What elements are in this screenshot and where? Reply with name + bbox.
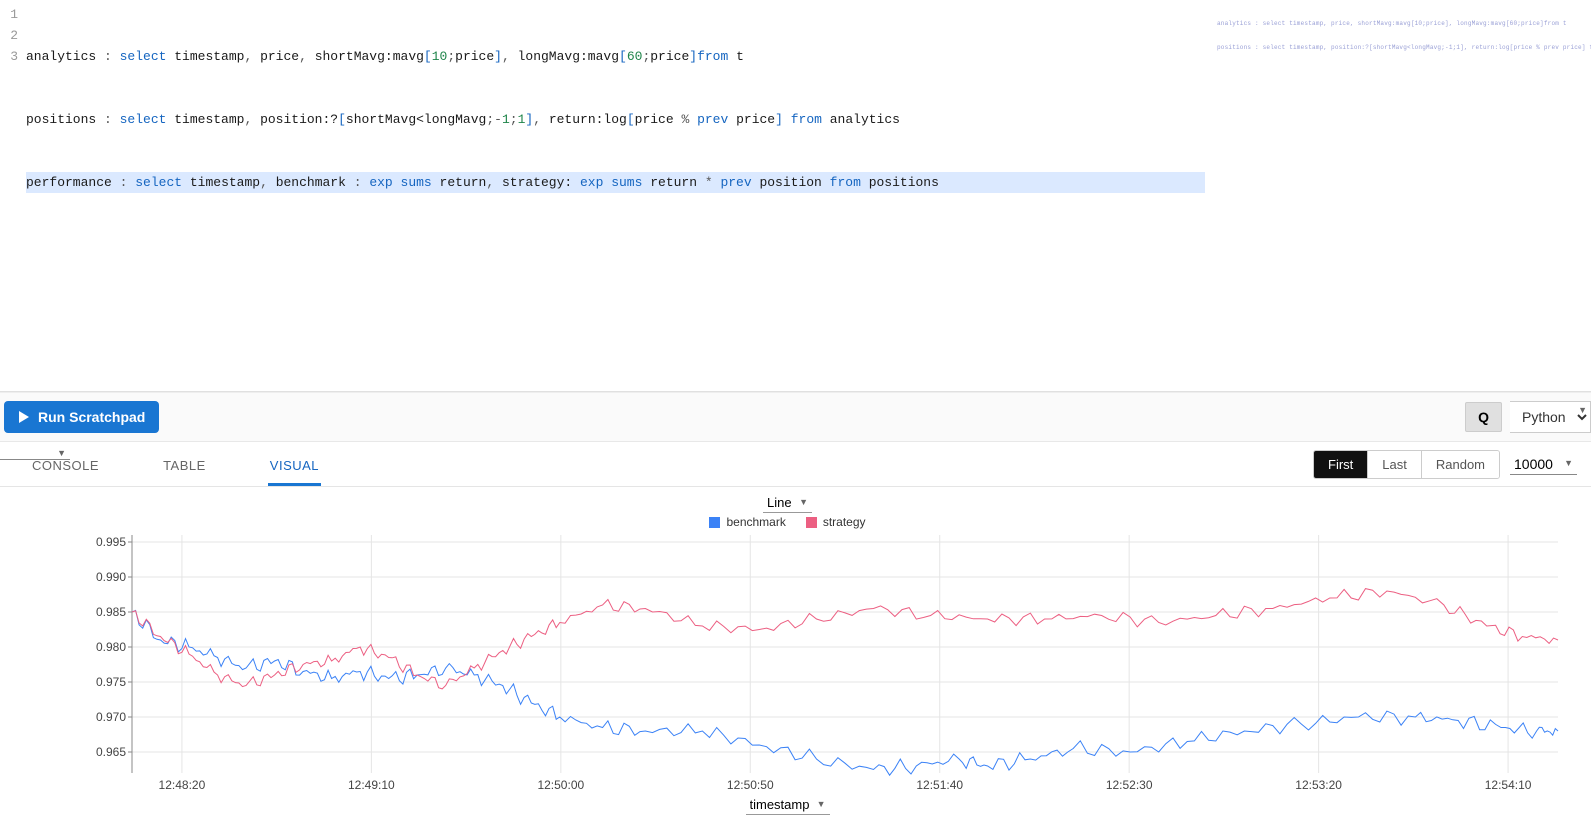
- editor-minimap[interactable]: analytics : select timestamp, price, sho…: [1211, 0, 1591, 391]
- legend-item-strategy[interactable]: strategy: [806, 515, 866, 529]
- toolbar: Run Scratchpad Q Python: [0, 392, 1591, 442]
- svg-text:0.985: 0.985: [96, 605, 126, 619]
- row-count-select[interactable]: 10000: [1510, 454, 1577, 475]
- result-tabs: CONSOLE TABLE VISUAL: [30, 448, 321, 486]
- legend-item-benchmark[interactable]: benchmark: [709, 515, 785, 529]
- legend-label: benchmark: [726, 515, 785, 529]
- svg-text:0.995: 0.995: [96, 535, 126, 549]
- play-icon: [18, 411, 30, 423]
- series-benchmark[interactable]: [132, 610, 1558, 775]
- legend-label: strategy: [823, 515, 866, 529]
- left-axis-select[interactable]: [0, 445, 70, 460]
- svg-text:0.965: 0.965: [96, 745, 126, 759]
- chart-area: Line benchmark strategy 0.9650.9700.9750…: [0, 487, 1591, 815]
- code-line[interactable]: positions : select timestamp, position:?…: [26, 109, 1205, 130]
- sampling-random-button[interactable]: Random: [1421, 451, 1499, 478]
- legend-swatch-strategy: [806, 517, 817, 528]
- svg-text:0.975: 0.975: [96, 675, 126, 689]
- legend-swatch-benchmark: [709, 517, 720, 528]
- svg-text:0.980: 0.980: [96, 640, 126, 654]
- chart-legend: benchmark strategy: [0, 515, 1575, 529]
- line-number: 3: [0, 46, 18, 67]
- line-chart[interactable]: 0.965 0.970 0.975 0.980 0.985 0.990 0.995 12:4…: [78, 531, 1568, 793]
- svg-text:12:53:20: 12:53:20: [1295, 778, 1342, 792]
- svg-text:12:50:00: 12:50:00: [537, 778, 584, 792]
- sampling-first-button[interactable]: First: [1314, 451, 1367, 478]
- tab-table[interactable]: TABLE: [161, 448, 208, 486]
- svg-text:12:50:50: 12:50:50: [727, 778, 774, 792]
- editor-gutter: 1 2 3: [0, 0, 22, 391]
- code-editor[interactable]: 1 2 3 analytics : select timestamp, pric…: [0, 0, 1591, 392]
- svg-text:12:51:40: 12:51:40: [916, 778, 963, 792]
- result-tabs-row: CONSOLE TABLE VISUAL First Last Random 1…: [0, 442, 1591, 487]
- line-number: 1: [0, 4, 18, 25]
- svg-text:12:54:10: 12:54:10: [1485, 778, 1532, 792]
- run-scratchpad-button[interactable]: Run Scratchpad: [4, 401, 159, 433]
- sampling-segment: First Last Random: [1313, 450, 1500, 479]
- svg-text:0.970: 0.970: [96, 710, 126, 724]
- left-axis-select-wrap: [0, 444, 70, 460]
- sampling-last-button[interactable]: Last: [1367, 451, 1421, 478]
- svg-text:12:49:10: 12:49:10: [348, 778, 395, 792]
- svg-text:12:52:30: 12:52:30: [1106, 778, 1153, 792]
- svg-text:12:48:20: 12:48:20: [159, 778, 206, 792]
- code-line[interactable]: analytics : select timestamp, price, sho…: [26, 46, 1205, 67]
- editor-content[interactable]: analytics : select timestamp, price, sho…: [22, 0, 1211, 391]
- x-axis-select[interactable]: timestamp: [746, 795, 830, 815]
- tab-visual[interactable]: VISUAL: [268, 448, 321, 486]
- svg-text:0.990: 0.990: [96, 570, 126, 584]
- chart-type-select[interactable]: Line: [763, 493, 812, 513]
- language-select[interactable]: Python: [1510, 401, 1591, 433]
- code-line-active[interactable]: performance : select timestamp, benchmar…: [26, 172, 1205, 193]
- sampling-controls: First Last Random 10000: [1313, 450, 1577, 485]
- q-language-button[interactable]: Q: [1465, 402, 1502, 432]
- line-number: 2: [0, 25, 18, 46]
- run-button-label: Run Scratchpad: [38, 409, 145, 425]
